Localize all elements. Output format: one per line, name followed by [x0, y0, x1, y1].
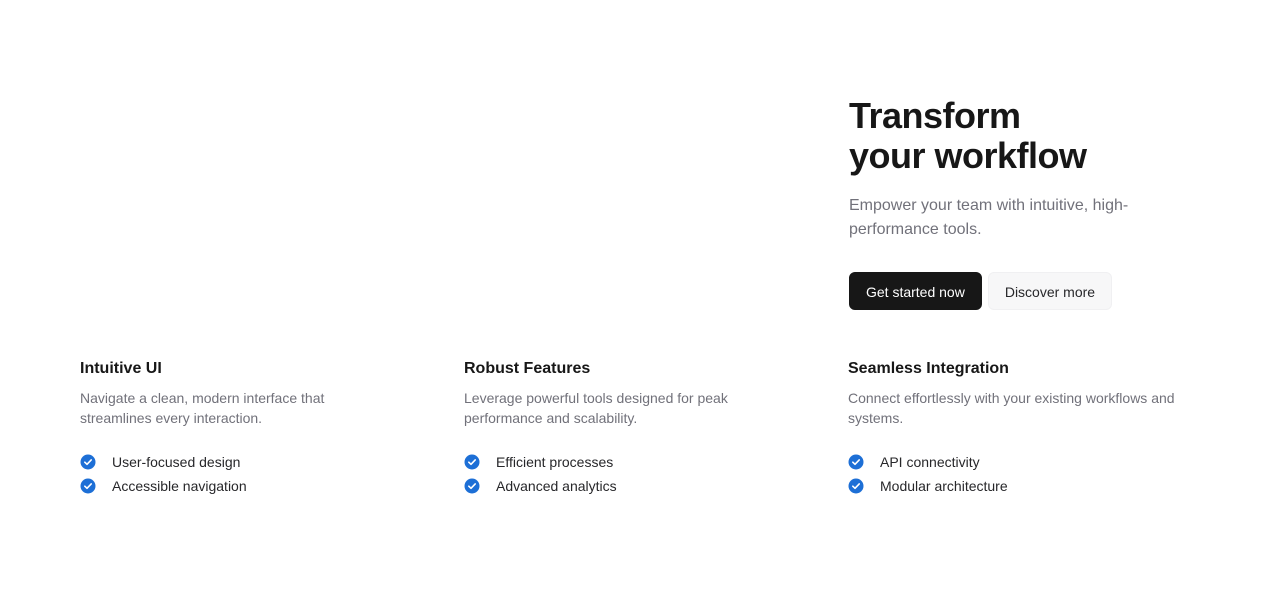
- check-circle-icon: [848, 454, 864, 470]
- feature-list-item: Advanced analytics: [464, 474, 808, 498]
- feature-description: Connect effortlessly with your existing …: [848, 390, 1175, 426]
- feature-list-item-label: Accessible navigation: [112, 478, 247, 494]
- feature-list-item-label: Advanced analytics: [496, 478, 617, 494]
- hero-actions: Get started now Discover more: [849, 272, 1229, 310]
- features-section: Intuitive UI Navigate a clean, modern in…: [80, 358, 1198, 498]
- hero-title: Transform your workflow: [849, 96, 1229, 176]
- page: Transform your workflow Empower your tea…: [0, 0, 1265, 592]
- feature-list-item-label: Modular architecture: [880, 478, 1008, 494]
- feature-title: Seamless Integration: [848, 360, 1009, 377]
- feature-list: User-focused design Accessible navigatio…: [80, 450, 424, 498]
- feature-description: Leverage powerful tools designed for pea…: [464, 390, 728, 426]
- hero-title-line-2: your workflow: [849, 135, 1087, 176]
- check-circle-icon: [464, 454, 480, 470]
- feature-card-robust-features: Robust Features Leverage powerful tools …: [464, 358, 848, 498]
- feature-list-item-label: Efficient processes: [496, 454, 614, 470]
- hero-title-line-1: Transform: [849, 95, 1021, 136]
- feature-list: API connectivity Modular architecture: [848, 450, 1198, 498]
- feature-list-item: Modular architecture: [848, 474, 1198, 498]
- feature-card-seamless-integration: Seamless Integration Connect effortlessl…: [848, 358, 1198, 498]
- feature-list-item: API connectivity: [848, 450, 1198, 474]
- feature-description: Navigate a clean, modern interface that …: [80, 390, 325, 426]
- check-circle-icon: [848, 478, 864, 494]
- hero-subtitle: Empower your team with intuitive, high-p…: [849, 197, 1129, 238]
- feature-list-item-label: API connectivity: [880, 454, 980, 470]
- feature-title: Robust Features: [464, 360, 591, 377]
- feature-list-item: Accessible navigation: [80, 474, 424, 498]
- discover-more-button[interactable]: Discover more: [987, 272, 1113, 310]
- check-circle-icon: [80, 478, 96, 494]
- hero-section: Transform your workflow Empower your tea…: [849, 96, 1229, 310]
- feature-list-item-label: User-focused design: [112, 454, 241, 470]
- check-circle-icon: [464, 478, 480, 494]
- feature-card-intuitive-ui: Intuitive UI Navigate a clean, modern in…: [80, 358, 464, 498]
- feature-list-item: Efficient processes: [464, 450, 808, 474]
- feature-list: Efficient processes Advanced analytics: [464, 450, 808, 498]
- feature-title: Intuitive UI: [80, 360, 162, 377]
- check-circle-icon: [80, 454, 96, 470]
- get-started-button[interactable]: Get started now: [849, 272, 982, 310]
- feature-list-item: User-focused design: [80, 450, 424, 474]
